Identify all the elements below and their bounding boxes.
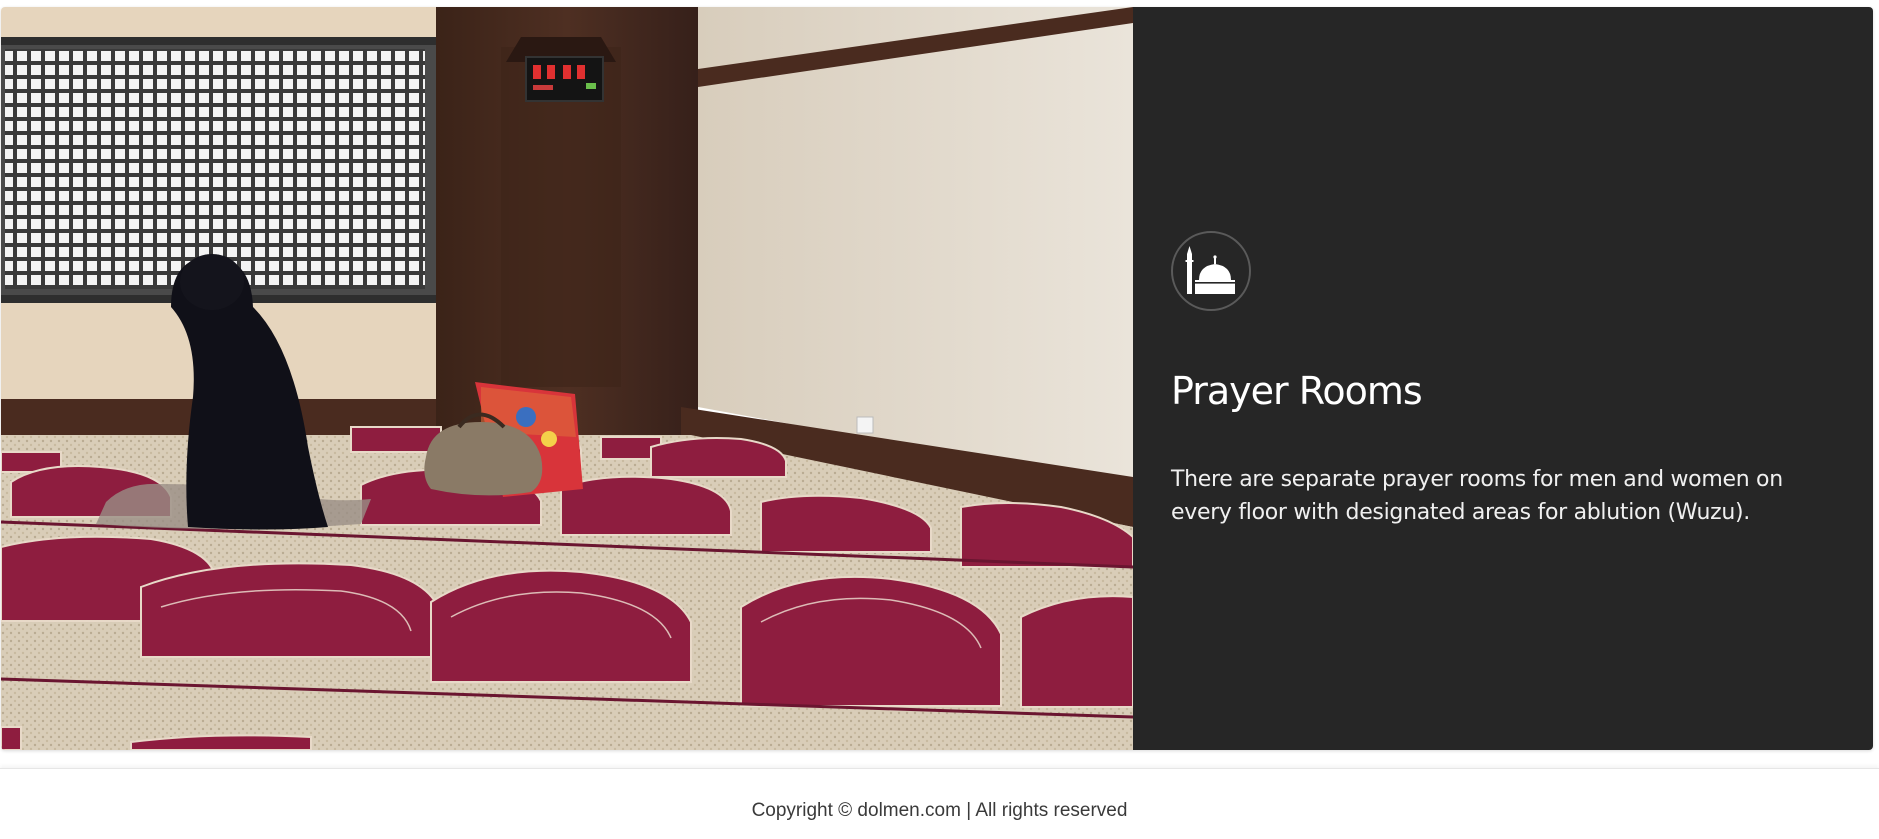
copyright-text: Copyright © dolmen.com | All rights rese… — [751, 800, 1128, 821]
feature-description: There are separate prayer rooms for men … — [1171, 467, 1783, 525]
footer: Copyright © dolmen.com | All rights rese… — [0, 768, 1879, 839]
mosque-icon — [1171, 231, 1251, 311]
prayer-room-photo — [1, 7, 1133, 750]
feature-info-panel: Prayer Rooms There are separate prayer r… — [1133, 7, 1873, 750]
feature-card: Prayer Rooms There are separate prayer r… — [1, 7, 1873, 750]
page: Prayer Rooms There are separate prayer r… — [0, 0, 1879, 839]
feature-title: Prayer Rooms — [1171, 369, 1423, 413]
